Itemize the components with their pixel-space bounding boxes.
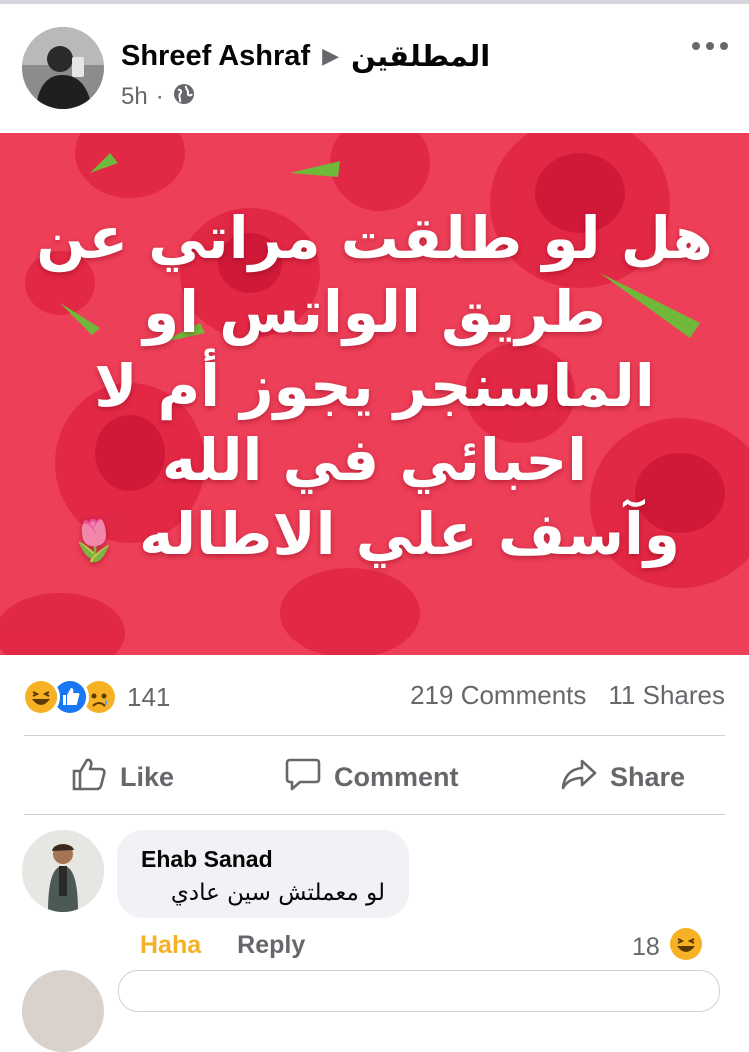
haha-icon — [22, 678, 60, 716]
post-text-line-2: طريق الواتس او — [143, 278, 606, 346]
comment-bubble-icon — [284, 755, 322, 800]
next-comment-bubble[interactable] — [118, 970, 720, 1012]
divider-bottom — [24, 814, 725, 815]
group-arrow-icon: ▶ — [322, 43, 340, 68]
comment-reply-button[interactable]: Reply — [237, 931, 305, 960]
meta-separator: · — [155, 83, 164, 110]
comment-reaction-count: 18 — [632, 933, 660, 961]
share-label: Share — [610, 761, 686, 792]
reaction-count: 141 — [127, 681, 171, 712]
author-avatar[interactable] — [22, 27, 104, 109]
group-name[interactable]: المطلقين — [351, 39, 490, 74]
share-button[interactable]: Share — [560, 752, 685, 802]
tulip-emoji: 🌷 — [69, 518, 119, 564]
post-text-line-1: هل لو طلقت مراتي عن — [36, 204, 713, 272]
share-arrow-icon — [560, 755, 598, 800]
haha-icon — [669, 928, 702, 967]
globe-icon — [172, 82, 196, 113]
reactions-summary[interactable]: 141 — [22, 678, 170, 716]
post-image-text: هل لو طلقت مراتي عن طريق الواتس او الماس… — [0, 201, 749, 578]
post-time[interactable]: 5h — [121, 83, 148, 111]
post-text-line-3: الماسنجر يجوز أم لا — [94, 352, 655, 420]
comment-text: لو معملتش سين عادي — [170, 880, 385, 906]
comment-button[interactable]: Comment — [284, 752, 459, 802]
like-button[interactable]: Like — [70, 752, 174, 802]
commenter-avatar[interactable] — [22, 830, 104, 912]
comment-haha-button[interactable]: Haha — [140, 931, 201, 960]
post-text-line-5-text: وآسف علي الاطاله — [139, 500, 680, 568]
shares-count[interactable]: 11 Shares — [608, 680, 725, 711]
next-commenter-avatar[interactable] — [22, 970, 104, 1052]
more-options-icon[interactable] — [690, 34, 730, 58]
post-author-name[interactable]: Shreef Ashraf — [121, 40, 310, 73]
divider-top — [24, 735, 725, 736]
comment-reactions[interactable]: 18 — [632, 928, 702, 967]
commenter-name[interactable]: Ehab Sanad — [141, 846, 273, 873]
thumbs-up-icon — [70, 755, 108, 800]
comments-count[interactable]: 219 Comments — [410, 680, 586, 711]
comment-label: Comment — [334, 761, 459, 792]
comment-bubble[interactable]: Ehab Sanad لو معملتش سين عادي — [117, 830, 409, 918]
post-text-line-5: وآسف علي الاطاله 🌷 — [0, 497, 749, 578]
post-text-line-4: احبائي في الله — [161, 426, 588, 494]
like-label: Like — [120, 761, 175, 792]
post-image[interactable]: هل لو طلقت مراتي عن طريق الواتس او الماس… — [0, 133, 749, 655]
top-divider — [0, 0, 749, 4]
